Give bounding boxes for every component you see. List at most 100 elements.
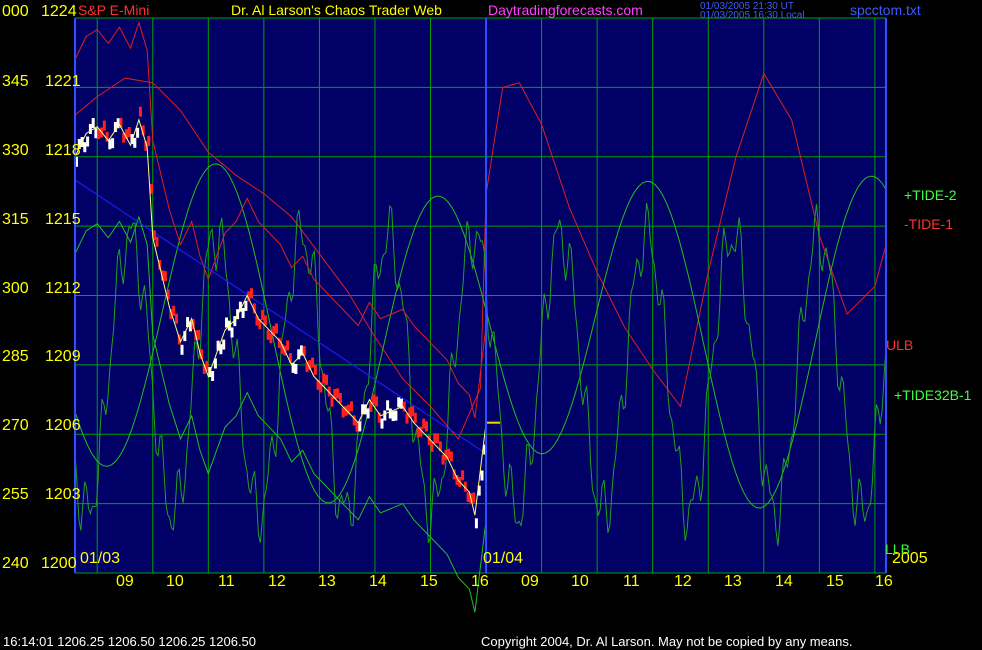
x-tick-hour: 11 [218,573,235,590]
price-bar [241,308,245,318]
copyright-notice: Copyright 2004, Dr. Al Larson. May not b… [481,634,853,649]
y-tick-price: 1224 [41,3,77,20]
price-bar [294,364,298,374]
x-tick-hour: 12 [268,573,286,590]
price-bar [269,333,273,344]
price-bar [391,411,395,422]
y-tick-angle: 285 [2,348,29,365]
price-bar [430,442,434,453]
price-bar [466,492,470,503]
y-tick-price: 1221 [45,73,81,90]
price-bar [313,364,317,375]
price-bar [172,305,176,316]
price-bar [397,397,401,408]
price-bar [311,357,315,368]
price-bar [286,340,290,351]
legend-tide-1: -TIDE-1 [904,216,953,232]
price-bar [341,407,345,418]
price-bar [136,127,140,138]
date-label-start: 01/03 [80,550,121,567]
x-tick-hour: 15 [420,573,438,590]
price-bar [163,271,167,282]
y-tick-price: 1212 [45,280,81,297]
price-bar [102,120,106,131]
price-bar [138,106,142,117]
price-bar [375,396,378,407]
price-bar [388,408,392,419]
legend-tide-2: +TIDE-2 [904,187,957,203]
price-bar [230,327,234,338]
legend-llb: LLB [885,541,910,557]
x-tick-hour: 11 [623,573,640,590]
price-bar [266,329,270,340]
y-tick-angle: 000 [2,3,29,20]
x-tick-hour: 16 [471,573,489,590]
chart-window: S&P E-Mini Dr. Al Larson's Chaos Trader … [0,0,982,650]
price-bar [380,418,384,429]
price-bar [94,128,98,139]
price-bar [472,492,476,503]
x-tick-hour: 09 [116,573,134,590]
y-tick-angle: 345 [2,73,29,90]
price-bar [422,418,426,429]
price-bar [436,433,440,444]
y-tick-angle: 330 [2,142,29,159]
price-bar [111,138,115,149]
y-tick-angle: 255 [2,486,29,503]
x-tick-hour: 12 [674,573,692,590]
price-bar [338,393,342,403]
y-tick-price: 1209 [45,348,81,365]
price-bar [261,310,265,320]
price-bar [275,323,278,334]
y-tick-angle: 270 [2,417,29,434]
price-bar [366,408,370,419]
price-bar [225,317,228,328]
price-bar [197,329,201,340]
price-bar [322,373,326,384]
x-tick-hour: 13 [724,573,742,590]
site-link[interactable]: Daytradingforecasts.com [488,3,643,17]
price-bar [325,374,328,385]
x-tick-hour: 14 [369,573,387,590]
chart-title: Dr. Al Larson's Chaos Trader Web [231,2,442,18]
instrument-label: S&P E-Mini [78,2,150,18]
price-bar [394,410,398,421]
x-tick-hour: 09 [521,573,539,590]
price-bar [461,470,465,481]
x-tick-hour: 15 [826,573,844,590]
price-bar [175,313,178,324]
price-bar [433,433,437,444]
legend-ulb: ULB [886,337,914,353]
price-bar [250,288,253,299]
y-tick-price: 1203 [45,486,81,503]
price-bar [83,142,87,153]
price-bar [180,344,184,355]
y-tick-angle: 240 [2,555,29,572]
price-bar [127,127,131,137]
y-tick-angle: 315 [2,211,29,228]
date-label-next: 01/04 [483,550,524,567]
price-bar [383,410,387,421]
price-bar [386,400,390,411]
y-tick-angle: 300 [2,280,29,297]
price-bar [336,388,340,399]
quote-readout: 16:14:01 1206.25 1206.50 1206.25 1206.50 [3,634,257,649]
timestamp-local: 01/03/2005 16:30 Local [700,10,805,21]
price-bar [372,394,376,405]
price-bar [449,451,453,462]
price-bar [91,118,95,128]
price-bar [330,396,334,407]
price-bar [222,339,226,350]
price-bar [86,136,90,147]
price-bar [263,315,267,326]
price-bar [211,371,215,381]
price-bar [411,406,415,417]
price-bar [416,427,420,438]
price-bar [425,421,428,432]
x-tick-hour: 10 [571,573,589,590]
price-bar [474,518,478,529]
price-bar [244,300,248,311]
y-tick-price: 1215 [45,211,81,228]
price-bar [155,236,159,247]
x-tick-hour: 13 [318,573,336,590]
